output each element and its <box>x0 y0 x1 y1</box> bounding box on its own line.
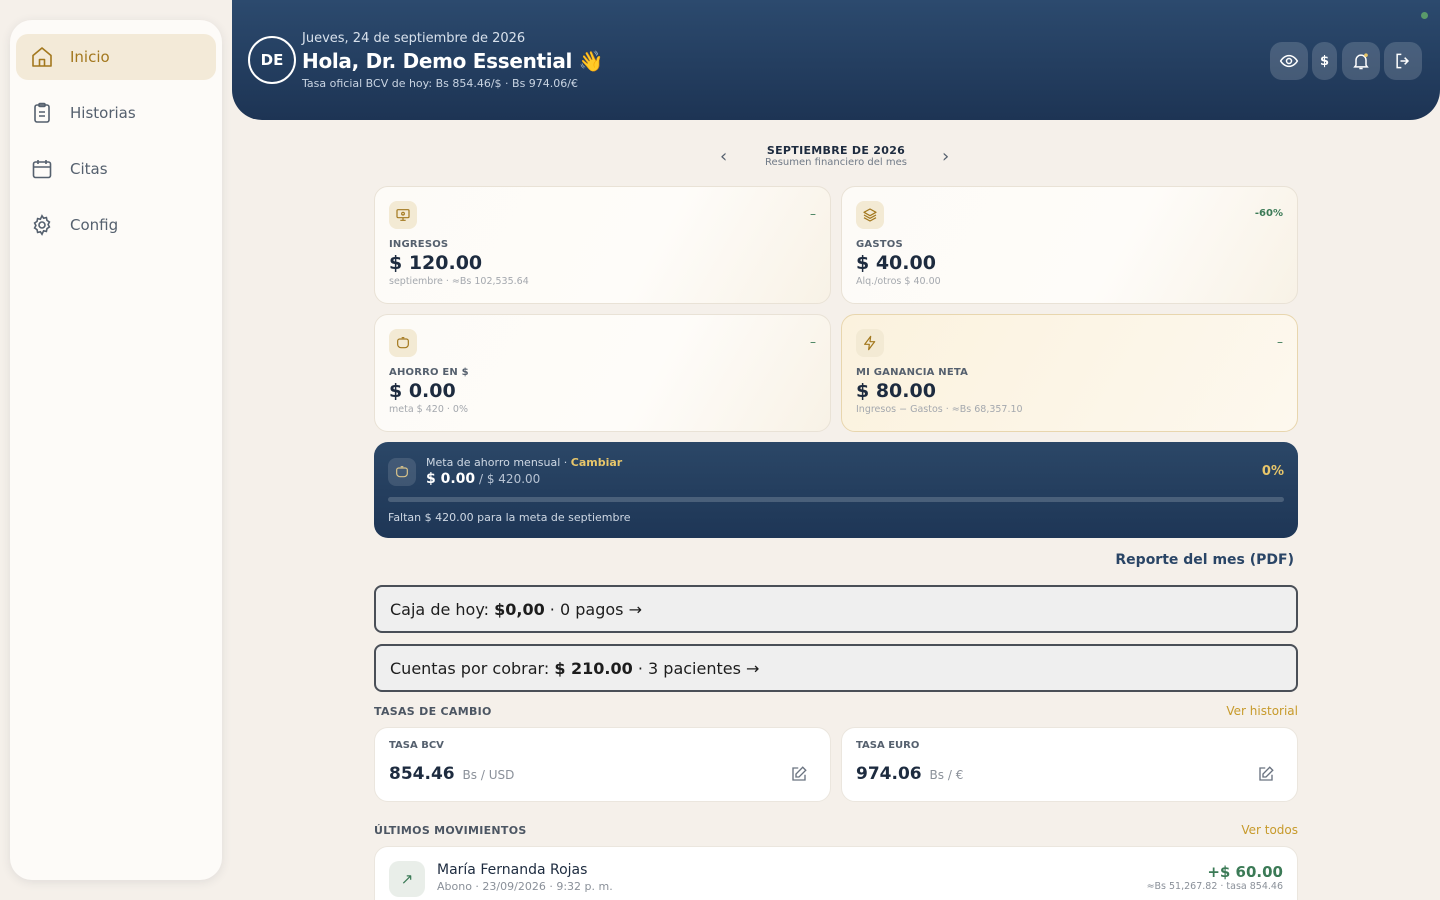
expenses-card[interactable]: -60% GASTOS $ 40.00 Alq./otros $ 40.00 <box>841 186 1298 304</box>
euro-rate-label: TASA EURO <box>856 740 920 751</box>
net-profit-note: Ingresos − Gastos · ≈Bs 68,357.10 <box>856 404 1023 415</box>
savings-trend: – <box>810 335 816 349</box>
savings-value: $ 0.00 <box>389 380 456 402</box>
savings-label: AHORRO EN $ <box>389 367 469 378</box>
clipboard-icon <box>34 102 50 123</box>
savings-goal-current: $ 0.00 <box>426 471 476 487</box>
lightning-icon <box>856 329 884 357</box>
receivables-suffix: · 3 pacientes → <box>632 658 760 678</box>
bcv-rate-unit: Bs / USD <box>462 768 515 782</box>
bcv-rate-label: TASA BCV <box>389 740 444 751</box>
exchange-history-link[interactable]: Ver historial <box>1226 704 1298 718</box>
net-profit-label: MI GANANCIA NETA <box>856 367 969 378</box>
piggy-bank-icon <box>388 458 416 486</box>
avatar[interactable]: DE <box>248 36 296 84</box>
receivables-prefix: Cuentas por cobrar: <box>390 658 555 678</box>
sidebar-item-label: Inicio <box>70 48 110 66</box>
bcv-rate-card: TASA BCV 854.46 Bs / USD <box>374 727 831 802</box>
sidebar-item-historias[interactable]: Historias <box>16 90 216 136</box>
bcv-rate-value: 854.46 <box>389 764 455 784</box>
notifications-button[interactable] <box>1342 42 1380 80</box>
logout-button[interactable] <box>1384 42 1422 80</box>
toggle-visibility-button[interactable] <box>1270 42 1308 80</box>
cash-today-amount: $0,00 <box>494 599 545 619</box>
savings-goal-footer: Faltan $ 420.00 para la meta de septiemb… <box>388 511 631 524</box>
home-icon <box>32 47 52 67</box>
income-value: $ 120.00 <box>389 252 483 274</box>
euro-rate-value-row: 974.06 Bs / € <box>856 764 963 784</box>
bcv-rate-line: Tasa oficial BCV de hoy: Bs 854.46/$ · B… <box>302 77 579 90</box>
cash-today-suffix: · 0 pagos → <box>544 599 642 619</box>
net-profit-card[interactable]: – MI GANANCIA NETA $ 80.00 Ingresos − Ga… <box>841 314 1298 432</box>
list-item[interactable]: ↗ María Fernanda Rojas Abono · 23/09/202… <box>374 846 1298 900</box>
savings-goal-title-text: Meta de ahorro mensual · <box>426 456 571 469</box>
currency-button[interactable]: $ <box>1312 42 1337 80</box>
movement-conversion: ≈Bs 51,267.82 · tasa 854.46 <box>1146 881 1283 892</box>
edit-icon[interactable] <box>1257 765 1275 783</box>
bell-icon <box>1353 53 1369 70</box>
bcv-rate-value-row: 854.46 Bs / USD <box>389 764 514 784</box>
sidebar-item-label: Citas <box>70 160 108 178</box>
cash-today-prefix: Caja de hoy: <box>390 599 495 619</box>
movement-amount: +$ 60.00 <box>1207 863 1283 881</box>
expenses-label: GASTOS <box>856 239 903 250</box>
income-label: INGRESOS <box>389 239 449 250</box>
month-subtitle: Resumen financiero del mes <box>765 157 907 168</box>
header: DE Jueves, 24 de septiembre de 2026 Hola… <box>232 0 1440 120</box>
income-trend: – <box>810 207 816 221</box>
euro-rate-unit: Bs / € <box>929 768 964 782</box>
change-goal-link[interactable]: Cambiar <box>571 456 622 469</box>
view-all-movements-link[interactable]: Ver todos <box>1241 823 1298 837</box>
savings-goal-percent: 0% <box>1261 464 1284 479</box>
edit-icon[interactable] <box>790 765 808 783</box>
sidebar: Inicio Historias Citas Config <box>10 20 222 880</box>
online-status-dot <box>1421 12 1428 19</box>
expenses-note: Alq./otros $ 40.00 <box>856 276 941 287</box>
savings-goal-panel: Meta de ahorro mensual · Cambiar $ 0.00 … <box>374 442 1298 538</box>
sidebar-item-citas[interactable]: Citas <box>16 146 216 192</box>
layers-icon <box>856 201 884 229</box>
net-profit-value: $ 80.00 <box>856 380 936 402</box>
income-note: septiembre · ≈Bs 102,535.64 <box>389 276 529 287</box>
savings-card[interactable]: – AHORRO EN $ $ 0.00 meta $ 420 · 0% <box>374 314 831 432</box>
logout-icon <box>1396 53 1410 69</box>
greeting-title: Hola, Dr. Demo Essential 👋 <box>302 49 604 73</box>
sidebar-item-inicio[interactable]: Inicio <box>16 34 216 80</box>
exchange-rates-title: TASAS DE CAMBIO <box>374 705 492 718</box>
prev-month-button[interactable]: ‹ <box>720 146 727 167</box>
monitor-icon <box>389 201 417 229</box>
sidebar-item-label: Historias <box>70 104 136 122</box>
cash-today-button[interactable]: Caja de hoy: $0,00 · 0 pagos → <box>374 585 1298 633</box>
expenses-trend: -60% <box>1254 208 1283 219</box>
savings-goal-target: / $ 420.00 <box>475 472 541 486</box>
net-profit-trend: – <box>1277 335 1283 349</box>
piggy-bank-icon <box>389 329 417 357</box>
receivables-amount: $ 210.00 <box>554 658 633 678</box>
euro-rate-card: TASA EURO 974.06 Bs / € <box>841 727 1298 802</box>
sidebar-item-label: Config <box>70 216 119 234</box>
eye-icon <box>1279 54 1299 68</box>
savings-goal-title: Meta de ahorro mensual · Cambiar <box>426 456 622 469</box>
savings-goal-amount: $ 0.00 / $ 420.00 <box>426 471 540 487</box>
calendar-icon <box>32 160 52 179</box>
income-card[interactable]: – INGRESOS $ 120.00 septiembre · ≈Bs 102… <box>374 186 831 304</box>
savings-goal-progress-bar <box>388 497 1284 502</box>
arrow-up-right-icon: ↗ <box>389 861 425 897</box>
savings-note: meta $ 420 · 0% <box>389 404 468 415</box>
current-date: Jueves, 24 de septiembre de 2026 <box>302 31 526 46</box>
monthly-report-pdf-link[interactable]: Reporte del mes (PDF) <box>1115 552 1294 568</box>
movement-detail: Abono · 23/09/2026 · 9:32 p. m. <box>437 880 613 893</box>
sidebar-item-config[interactable]: Config <box>16 202 216 248</box>
gear-icon <box>33 214 51 236</box>
movements-title: ÚLTIMOS MOVIMIENTOS <box>374 824 527 837</box>
month-navigation: ‹ SEPTIEMBRE DE 2026 Resumen financiero … <box>374 140 1298 176</box>
expenses-value: $ 40.00 <box>856 252 936 274</box>
month-title: SEPTIEMBRE DE 2026 <box>766 144 906 157</box>
receivables-button[interactable]: Cuentas por cobrar: $ 210.00 · 3 pacient… <box>374 644 1298 692</box>
euro-rate-value: 974.06 <box>856 764 922 784</box>
movement-name: María Fernanda Rojas <box>437 862 588 878</box>
next-month-button[interactable]: › <box>942 146 949 167</box>
